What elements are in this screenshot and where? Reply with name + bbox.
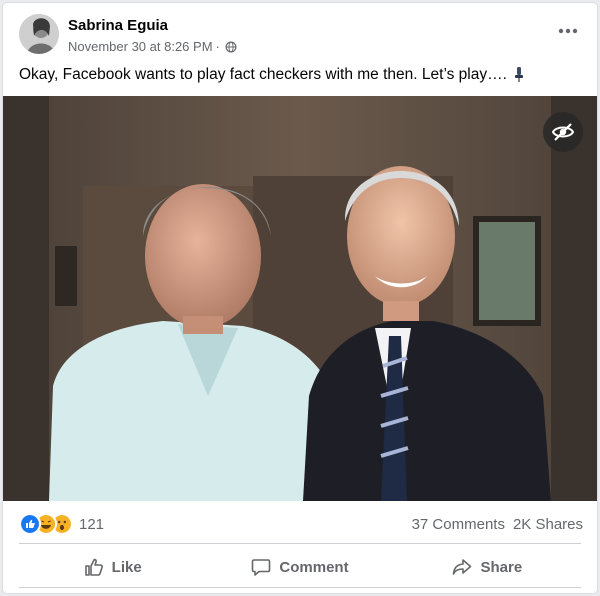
reactions-summary[interactable]: 121 xyxy=(19,513,104,535)
thumbs-up-icon xyxy=(84,558,103,576)
share-arrow-icon xyxy=(453,559,472,575)
caption-text: Okay, Facebook wants to play fact checke… xyxy=(19,66,507,83)
actions-divider xyxy=(19,587,581,588)
more-options-icon xyxy=(558,28,578,34)
comment-button[interactable]: Comment xyxy=(206,548,393,586)
post-photo[interactable] xyxy=(3,96,597,501)
post-timestamp[interactable]: November 30 at 8:26 PM xyxy=(68,39,213,54)
pin-emoji-icon xyxy=(515,67,524,82)
more-options-button[interactable] xyxy=(553,21,583,41)
author-name[interactable]: Sabrina Eguia xyxy=(68,17,168,34)
post-card: Sabrina Eguia November 30 at 8:26 PM · O… xyxy=(3,3,597,593)
photo-image xyxy=(3,96,597,501)
share-label: Share xyxy=(480,558,523,576)
avatar-image xyxy=(19,14,59,54)
shares-count-link[interactable]: 2K Shares xyxy=(513,516,583,533)
like-label: Like xyxy=(111,558,142,576)
globe-icon[interactable] xyxy=(225,41,237,53)
engagement-counts: 37 Comments 2K Shares xyxy=(412,516,583,533)
meta-separator: · xyxy=(215,39,220,54)
comment-icon xyxy=(252,559,271,576)
comments-count-link[interactable]: 37 Comments xyxy=(412,516,505,533)
avatar[interactable] xyxy=(19,14,59,54)
reaction-count: 121 xyxy=(79,515,105,533)
post-caption: Okay, Facebook wants to play fact checke… xyxy=(19,66,524,84)
share-button[interactable]: Share xyxy=(394,548,581,586)
like-button[interactable]: Like xyxy=(19,548,206,586)
hide-image-button[interactable] xyxy=(543,112,583,152)
stats-divider xyxy=(19,543,581,544)
post-stats: 121 37 Comments 2K Shares xyxy=(3,507,597,537)
eye-slash-icon xyxy=(551,123,575,141)
comment-label: Comment xyxy=(279,558,349,576)
like-reaction-icon xyxy=(19,513,41,535)
action-bar: Like Comment Share xyxy=(19,548,581,586)
post-meta: November 30 at 8:26 PM · xyxy=(68,39,237,54)
